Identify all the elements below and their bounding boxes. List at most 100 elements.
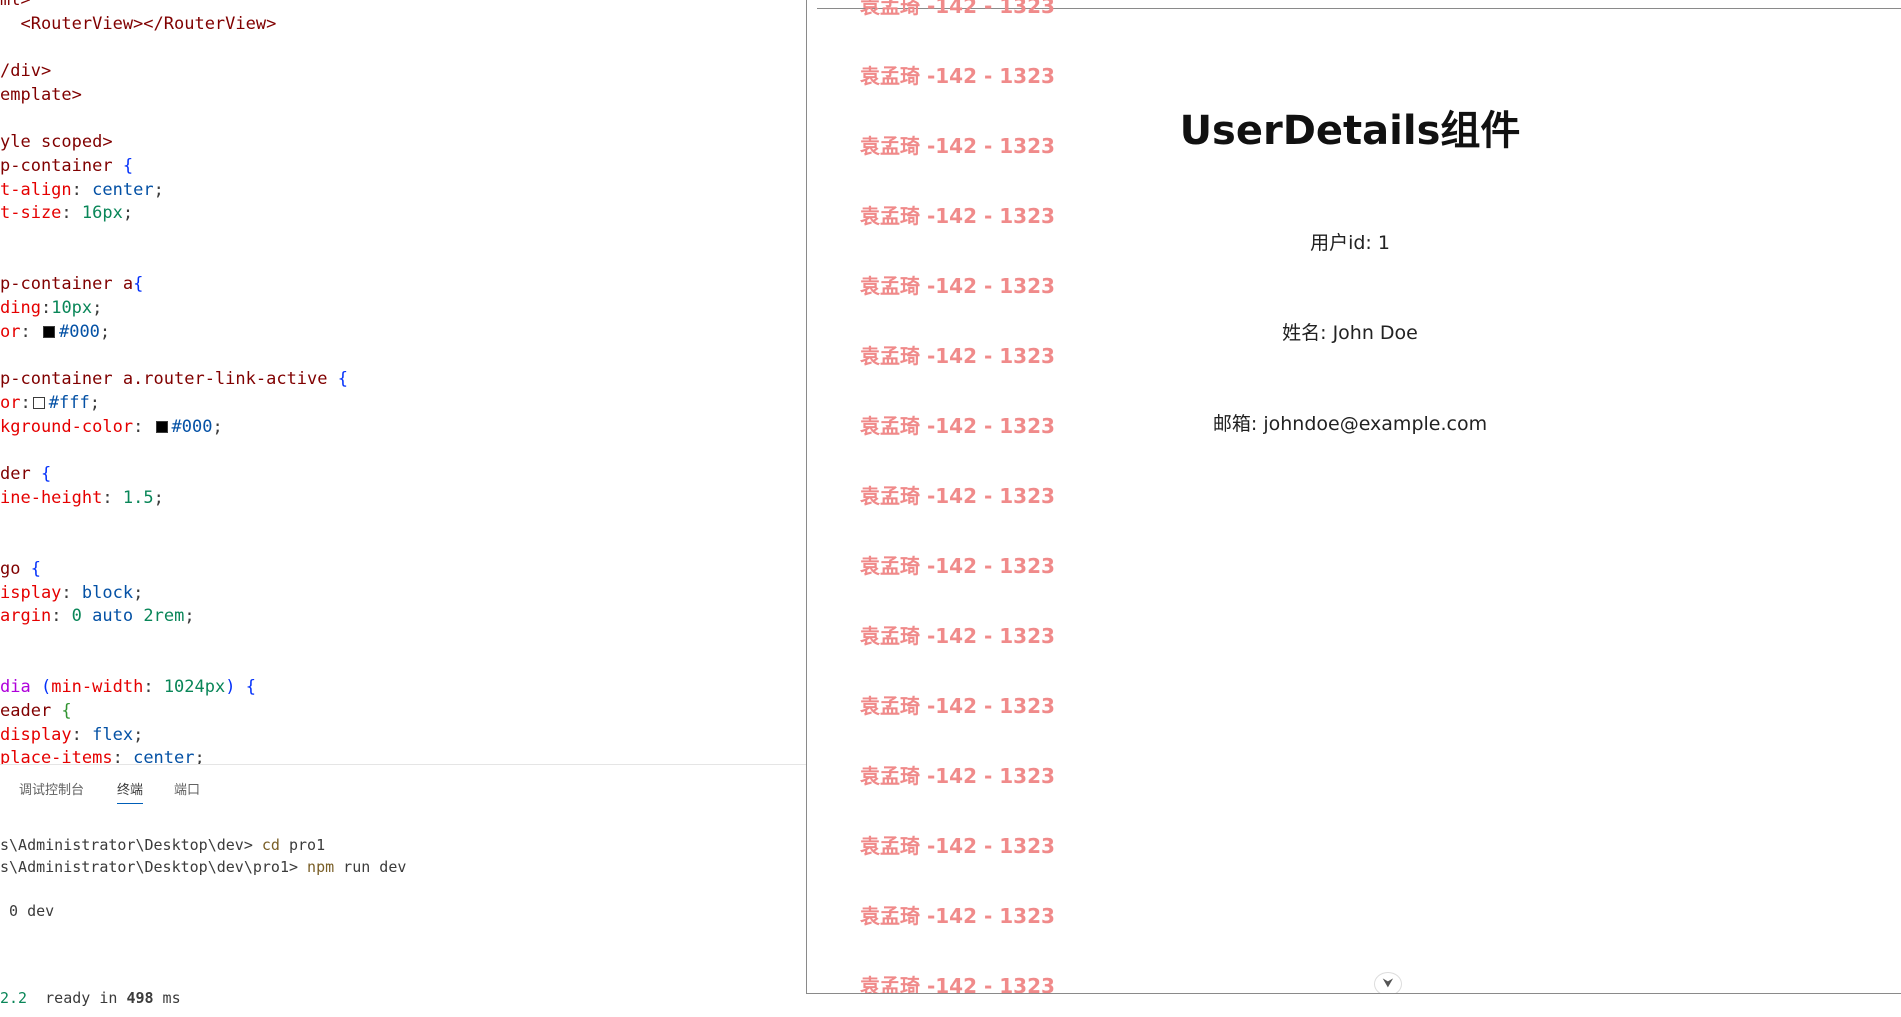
code-line: or: #fff; (0, 391, 100, 415)
terminal-token: 2.2 (0, 989, 28, 1008)
watermark-text: 袁孟琦 -142 - 1323 (860, 554, 1055, 578)
code-line: /div> (0, 59, 51, 83)
code-line: isplay: block; (0, 581, 143, 605)
code-line: argin: 0 auto 2rem; (0, 604, 195, 628)
color-swatch[interactable] (42, 325, 55, 338)
terminal-token: run dev (334, 857, 407, 876)
code-line: t-align: center; (0, 178, 164, 202)
code-token: emplate> (0, 84, 82, 105)
code-token: : (20, 321, 41, 342)
code-token: ; (212, 416, 223, 437)
code-token: #000 (58, 321, 100, 342)
terminal-line: s\Administrator\Desktop\dev\pro1> npm ru… (0, 856, 406, 878)
code-line: kground-color: #000; (0, 415, 223, 439)
watermark-text: 袁孟琦 -142 - 1323 (860, 904, 1055, 928)
terminal-token: 498 (126, 989, 154, 1008)
code-token: ; (133, 724, 144, 745)
code-token: place-items (0, 748, 113, 764)
code-token: : (133, 416, 154, 437)
code-token: ; (133, 582, 144, 603)
terminal-line: 0 dev (0, 900, 54, 922)
chevron-down-icon[interactable]: ⮟ (1374, 972, 1402, 993)
code-line: ml> (0, 0, 31, 12)
watermark-text: 袁孟琦 -142 - 1323 (860, 204, 1055, 228)
code-token: #fff (48, 392, 90, 413)
code-token: kground-color (0, 416, 134, 437)
code-token: t-size (0, 203, 62, 224)
watermark-text: 袁孟琦 -142 - 1323 (860, 0, 1055, 18)
code-token: ding (0, 298, 41, 319)
code-token: auto (92, 606, 134, 627)
panel-tab[interactable]: 终端 (117, 779, 144, 804)
terminal-token: s\Administrator\Desktop\dev\pro1> (0, 857, 308, 876)
page-title: UserDetails组件 (1179, 108, 1521, 154)
code-token: p-container (0, 155, 113, 176)
code-token: p-container a.router-link-active (0, 369, 328, 390)
watermark-text: 袁孟琦 -142 - 1323 (860, 974, 1055, 994)
code-token: : (51, 606, 72, 627)
code-token: ml> (0, 0, 31, 10)
watermark-text: 袁孟琦 -142 - 1323 (860, 764, 1055, 788)
code-token: 10px (51, 298, 93, 319)
code-editor[interactable]: ml> <RouterView></RouterView> /div> emplat… (0, 0, 806, 764)
color-swatch[interactable] (155, 420, 168, 433)
code-line: p-container a{ (0, 272, 143, 296)
code-token: yle scoped> (0, 132, 113, 153)
code-token: ine-height (0, 487, 103, 508)
code-token: : (61, 582, 82, 603)
code-token: dia (0, 677, 31, 698)
code-line: p-container a.router-link-active { (0, 367, 348, 391)
code-token: { (20, 558, 41, 579)
code-token: p-container a (0, 274, 134, 295)
bottom-panel: 调试控制台 终端 端口 s\Administrator\Desktop\dev> c… (0, 764, 806, 1017)
code-token: ) (225, 677, 236, 698)
code-line: ding:10px; (0, 296, 102, 320)
watermark-text: 袁孟琦 -142 - 1323 (860, 834, 1055, 858)
code-token: 1.5 (122, 487, 154, 508)
user-id-field: 用户id: 1 (1310, 232, 1390, 254)
code-token: { (133, 274, 144, 295)
code-token: ; (153, 179, 164, 200)
code-token: ; (92, 298, 103, 319)
code-token: ; (122, 203, 134, 224)
code-token: t-align (0, 179, 72, 200)
watermark-text: 袁孟琦 -142 - 1323 (860, 484, 1055, 508)
code-line: place-items: center; (0, 746, 205, 764)
code-token: /div> (0, 61, 52, 82)
code-token: { (51, 701, 72, 721)
code-token: ( (30, 677, 52, 698)
code-token: : (40, 298, 52, 319)
code-token: { (327, 369, 348, 390)
code-token: : (112, 748, 134, 764)
color-swatch[interactable] (32, 396, 45, 409)
code-line: go { (0, 557, 41, 581)
terminal-token: ms (153, 989, 181, 1008)
code-token: ; (99, 321, 111, 342)
code-line: dia (min-width: 1024px) { (0, 675, 256, 699)
code-token: der (0, 464, 31, 484)
code-token: : (102, 487, 123, 508)
terminal-token: pro1 (279, 836, 326, 854)
user-name-field: 姓名: John Doe (1282, 322, 1418, 344)
code-line: p-container { (0, 154, 133, 178)
code-line: yle scoped> (0, 130, 113, 154)
code-token: ; (184, 606, 195, 627)
code-token: { (112, 155, 134, 176)
code-token: 1024px (163, 677, 226, 698)
watermark-text: 袁孟琦 -142 - 1323 (860, 64, 1055, 88)
terminal-token: s\Administrator\Desktop\dev> (0, 836, 262, 854)
code-token: min-width (51, 677, 144, 698)
browser-window: 袁孟琦 -142 - 1323 袁孟琦 -142 - 1323 袁孟琦 -142 -… (806, 0, 1901, 994)
code-token: : (20, 392, 31, 413)
code-line: eader { (0, 699, 72, 723)
code-token: display (0, 724, 72, 745)
terminal-token: 0 dev (0, 901, 55, 920)
panel-tab[interactable]: 调试控制台 (19, 779, 84, 798)
code-line: emplate> (0, 83, 82, 107)
code-line: ine-height: 1.5; (0, 486, 164, 510)
panel-tab[interactable]: 端口 (174, 779, 200, 798)
watermark-text: 袁孟琦 -142 - 1323 (860, 274, 1055, 298)
code-line: display: flex; (0, 723, 143, 747)
